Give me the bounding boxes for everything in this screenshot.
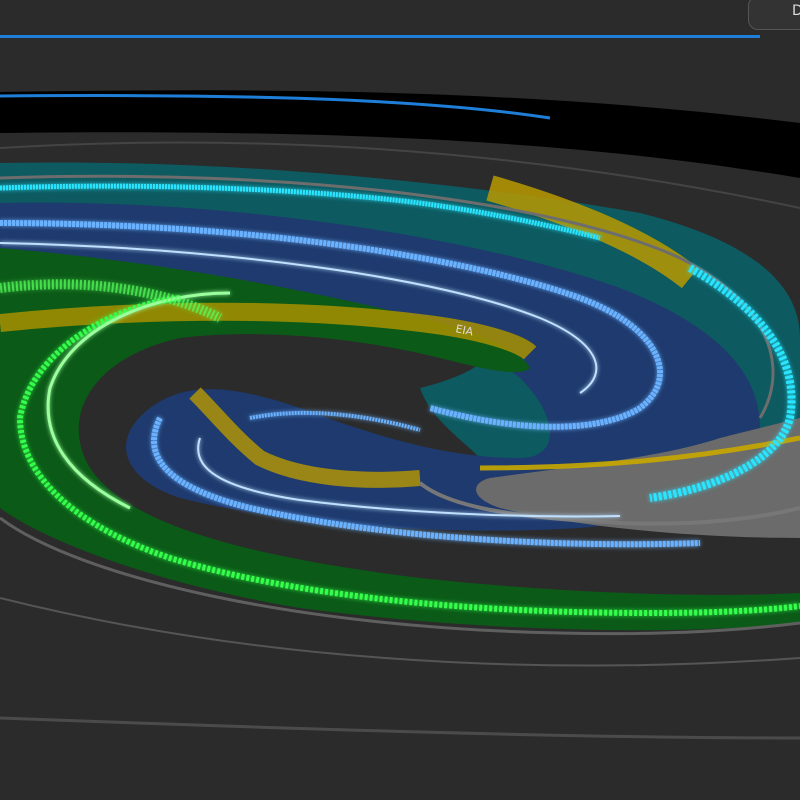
spiral-svg[interactable]: EIA xyxy=(0,38,800,800)
spiral-visualization-canvas[interactable]: EIA xyxy=(0,38,800,800)
tab-d[interactable]: D xyxy=(748,0,800,30)
outer-outline-arc-3 xyxy=(0,716,800,740)
top-toolbar: D xyxy=(0,0,800,38)
